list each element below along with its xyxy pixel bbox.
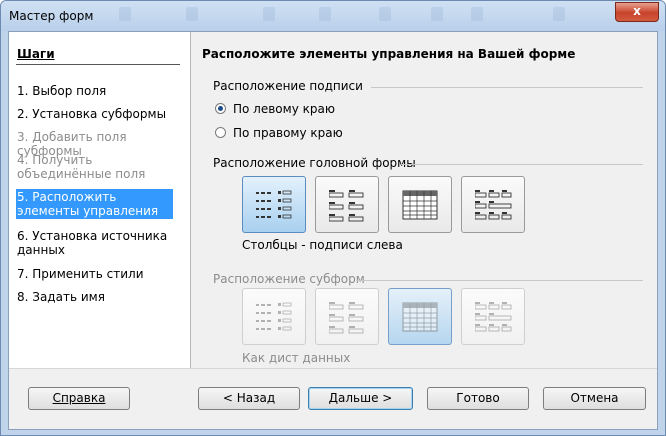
layout-columns-top-tile[interactable] [315, 176, 379, 233]
layout-blocks-top-tile[interactable] [461, 176, 525, 233]
background-icon [319, 7, 331, 21]
next-button[interactable]: Дальше > [308, 387, 413, 410]
columns-labels-top-icon [329, 190, 364, 222]
close-button[interactable]: x [615, 2, 659, 22]
title-bar[interactable]: Мастер форм x [1, 1, 665, 31]
subform-layout-caption: Как дист данных [242, 351, 351, 365]
columns-labels-left-icon [256, 190, 292, 219]
datasheet-icon [402, 302, 438, 332]
close-icon: x [633, 4, 641, 18]
columns-labels-top-icon [329, 302, 364, 334]
steps-divider [16, 64, 180, 65]
blocks-labels-top-icon [475, 302, 512, 332]
background-icon [431, 7, 443, 21]
radio-right-align[interactable]: По правому краю [215, 126, 343, 140]
group-divider [371, 87, 643, 88]
subform-columns-left-tile [242, 288, 306, 345]
layout-datasheet-tile[interactable] [388, 176, 452, 233]
subform-blocks-top-tile [461, 288, 525, 345]
window-title: Мастер форм [9, 9, 94, 23]
background-icon [553, 7, 565, 21]
step-7[interactable]: 7. Применить стили [17, 266, 177, 282]
radio-left-align[interactable]: По левому краю [215, 102, 335, 116]
background-icon [471, 7, 483, 21]
radio-checked-icon[interactable] [215, 103, 226, 114]
layout-columns-left-tile[interactable] [242, 176, 306, 233]
step-1[interactable]: 1. Выбор поля [17, 83, 177, 99]
subform-datasheet-tile [388, 288, 452, 345]
form-wizard-window: Мастер форм x Шаги 1. Выбор поля 2. Уста… [0, 0, 666, 436]
cancel-button[interactable]: Отмена [543, 387, 646, 410]
background-icon [263, 7, 275, 21]
step-4: 4. Получить объединённые поля [17, 153, 146, 181]
step-8[interactable]: 8. Задать имя [17, 289, 177, 305]
label-placement-heading: Расположение подписи [213, 79, 363, 93]
step-6[interactable]: 6. Установка источника данных [17, 228, 177, 258]
blocks-labels-top-icon [475, 190, 512, 220]
step-2[interactable]: 2. Установка субформы [17, 106, 177, 122]
steps-sidebar: Шаги 1. Выбор поля 2. Установка субформы… [9, 32, 191, 368]
background-icon [379, 7, 391, 21]
page-title: Расположите элементы управления на Вашей… [202, 47, 576, 61]
group-divider [401, 164, 643, 165]
radio-left-align-label: По левому краю [233, 102, 335, 116]
main-panel: Расположите элементы управления на Вашей… [191, 32, 657, 368]
group-divider [356, 280, 643, 281]
main-form-heading: Расположение головной формы [213, 156, 416, 170]
main-form-layout-caption: Столбцы - подписи слева [242, 238, 403, 252]
button-bar-divider [9, 368, 657, 369]
step-5[interactable]: 5. Расположить элементы управления [16, 189, 173, 219]
help-button[interactable]: Справка [28, 387, 130, 410]
background-icon [186, 7, 198, 21]
steps-title: Шаги [17, 47, 55, 61]
subform-heading: Расположение субформ [213, 272, 365, 286]
dialog-client: Шаги 1. Выбор поля 2. Установка субформы… [8, 31, 658, 430]
background-icon [119, 7, 131, 21]
subform-columns-top-tile [315, 288, 379, 345]
finish-button[interactable]: Готово [427, 387, 529, 410]
radio-right-align-label: По правому краю [233, 126, 343, 140]
columns-labels-left-icon [256, 302, 292, 331]
datasheet-icon [402, 190, 438, 220]
back-button[interactable]: < Назад [198, 387, 300, 410]
radio-unchecked-icon[interactable] [215, 127, 226, 138]
